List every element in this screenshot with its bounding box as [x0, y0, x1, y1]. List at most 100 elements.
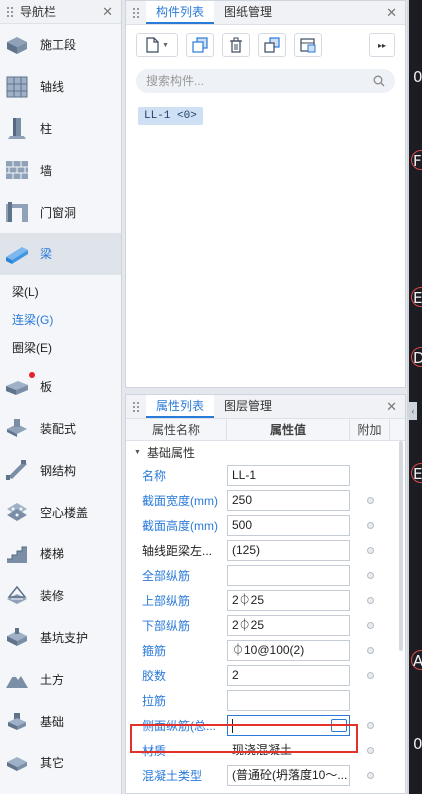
nav-item-decoration[interactable]: 装修 [0, 575, 121, 617]
property-value[interactable]: 2 [227, 665, 350, 686]
nav-item-stair[interactable]: 楼梯 [0, 533, 121, 575]
property-value[interactable]: 2⏀25 [227, 615, 350, 636]
extra-checkbox-icon[interactable] [366, 672, 374, 679]
collapse-triangle-icon[interactable]: ▼ [134, 449, 141, 456]
extra-checkbox-icon[interactable] [366, 547, 374, 554]
extra-cell [350, 647, 390, 654]
nav-item-axis[interactable]: 轴线 [0, 66, 121, 108]
extra-cell [350, 497, 390, 504]
property-name: 混凝土类型 [142, 769, 203, 783]
close-icon[interactable]: ✕ [102, 4, 113, 20]
panel-divider[interactable] [407, 0, 409, 794]
tab-drawing-management[interactable]: 图纸管理 [214, 1, 282, 24]
extra-checkbox-icon[interactable] [366, 747, 374, 754]
nav-item-door-window[interactable]: 门窗洞 [0, 191, 121, 233]
canvas-label: E [413, 465, 422, 483]
extra-cell [350, 622, 390, 629]
ellipsis-button[interactable]: ··· [331, 719, 347, 732]
property-value[interactable] [227, 565, 350, 586]
tab-component-list[interactable]: 构件列表 [146, 1, 215, 24]
property-name: 拉筋 [142, 694, 167, 708]
wall-icon [4, 157, 30, 183]
component-list-panel: 构件列表 图纸管理 ✕ ▼ ▸▸ LL-1 <0> [125, 0, 406, 388]
drawing-canvas[interactable]: 0 F E D E A 0 ‹ [407, 0, 422, 794]
more-button[interactable]: ▸▸ [369, 33, 395, 57]
table-row: 上部纵筋 2⏀25 [126, 588, 405, 613]
foundation-pit-icon [4, 624, 30, 650]
nav-item-other[interactable]: 其它 [0, 742, 121, 784]
property-group-basic[interactable]: ▼ 基础属性 [126, 441, 405, 463]
extra-checkbox-icon[interactable] [366, 497, 374, 504]
property-name: 胶数 [142, 669, 167, 683]
nav-item-construction-segment[interactable]: 施工段 [0, 24, 121, 66]
extra-checkbox-icon[interactable] [366, 597, 374, 604]
property-name: 材质 [142, 744, 167, 758]
sub-item-ring-beam[interactable]: 圈梁(E) [0, 334, 121, 362]
nav-item-foundation-pit[interactable]: 基坑支护 [0, 617, 121, 659]
tab-layer-management[interactable]: 图层管理 [214, 395, 282, 418]
hollow-floor-icon [4, 499, 30, 525]
tab-property-list[interactable]: 属性列表 [146, 395, 215, 418]
delete-component-button[interactable] [222, 33, 250, 57]
property-value[interactable]: 500 [227, 515, 350, 536]
beam-icon [4, 241, 30, 267]
table-row: 混凝土类型 (普通砼(坍落度10～... [126, 763, 405, 788]
search-icon [373, 75, 385, 87]
new-file-icon [146, 37, 159, 53]
property-name: 截面宽度(mm) [142, 494, 218, 508]
collapse-arrow-icon[interactable]: ‹ [409, 402, 417, 420]
extra-checkbox-icon[interactable] [366, 572, 374, 579]
nav-item-prefab[interactable]: 装配式 [0, 408, 121, 450]
sub-item-coupling-beam[interactable]: 连梁(G) [0, 306, 121, 334]
nav-item-wall[interactable]: 墙 [0, 149, 121, 191]
component-item[interactable]: LL-1 <0> [138, 107, 203, 125]
new-component-button[interactable]: ▼ [136, 33, 178, 57]
beam-sub-list: 梁(L) 连梁(G) 圈梁(E) [0, 275, 121, 366]
nav-item-slab[interactable]: 板 [0, 366, 121, 408]
extra-checkbox-icon[interactable] [366, 722, 374, 729]
copy-component-button[interactable] [186, 33, 214, 57]
property-value[interactable]: (125) [227, 540, 350, 561]
table-row: 轴线距梁左... (125) [126, 538, 405, 563]
nav-item-beam[interactable]: 梁 [0, 232, 121, 275]
extra-cell [350, 597, 390, 604]
component-settings-button[interactable] [294, 33, 322, 57]
nav-item-foundation[interactable]: 基础 [0, 700, 121, 742]
property-value[interactable] [227, 690, 350, 711]
close-icon[interactable]: ✕ [386, 1, 397, 24]
property-value[interactable]: 现浇混凝土 [227, 740, 350, 761]
extra-checkbox-icon[interactable] [366, 622, 374, 629]
decoration-icon [4, 583, 30, 609]
duplicate-layer-button[interactable] [258, 33, 286, 57]
vertical-scrollbar[interactable] [399, 441, 403, 651]
nav-item-label: 基础 [40, 714, 65, 729]
calendar-grid-icon [300, 38, 316, 53]
header-property-name: 属性名称 [126, 419, 227, 440]
drag-grip-icon[interactable] [132, 401, 140, 413]
drag-grip-icon[interactable] [132, 7, 140, 19]
nav-header: 导航栏 ✕ [0, 0, 121, 24]
table-row: 胶数 2 [126, 663, 405, 688]
extra-checkbox-icon[interactable] [366, 647, 374, 654]
close-icon[interactable]: ✕ [386, 395, 397, 418]
property-value[interactable]: (普通砼(坍落度10～... [227, 765, 350, 786]
extra-checkbox-icon[interactable] [366, 522, 374, 529]
property-name: 截面高度(mm) [142, 519, 218, 533]
component-search-input[interactable] [146, 74, 373, 88]
table-row-editing: 侧面纵筋(总... ··· [126, 713, 405, 738]
sub-item-beam[interactable]: 梁(L) [0, 278, 121, 306]
property-value[interactable]: 2⏀25 [227, 590, 350, 611]
component-panel-tabs: 构件列表 图纸管理 ✕ [126, 1, 405, 25]
property-value[interactable]: ⏀10@100(2) [227, 640, 350, 661]
drag-grip-icon[interactable] [6, 5, 14, 18]
property-value[interactable]: LL-1 [227, 465, 350, 486]
slab-icon [4, 374, 30, 400]
side-rebar-input[interactable]: ··· [227, 715, 350, 736]
property-value[interactable]: 250 [227, 490, 350, 511]
nav-item-earthwork[interactable]: 土方 [0, 658, 121, 700]
table-row: 截面高度(mm) 500 [126, 513, 405, 538]
nav-item-hollow-floor[interactable]: 空心楼盖 [0, 491, 121, 533]
nav-item-steel-structure[interactable]: 钢结构 [0, 449, 121, 491]
extra-checkbox-icon[interactable] [366, 772, 374, 779]
nav-item-column[interactable]: 柱 [0, 108, 121, 150]
